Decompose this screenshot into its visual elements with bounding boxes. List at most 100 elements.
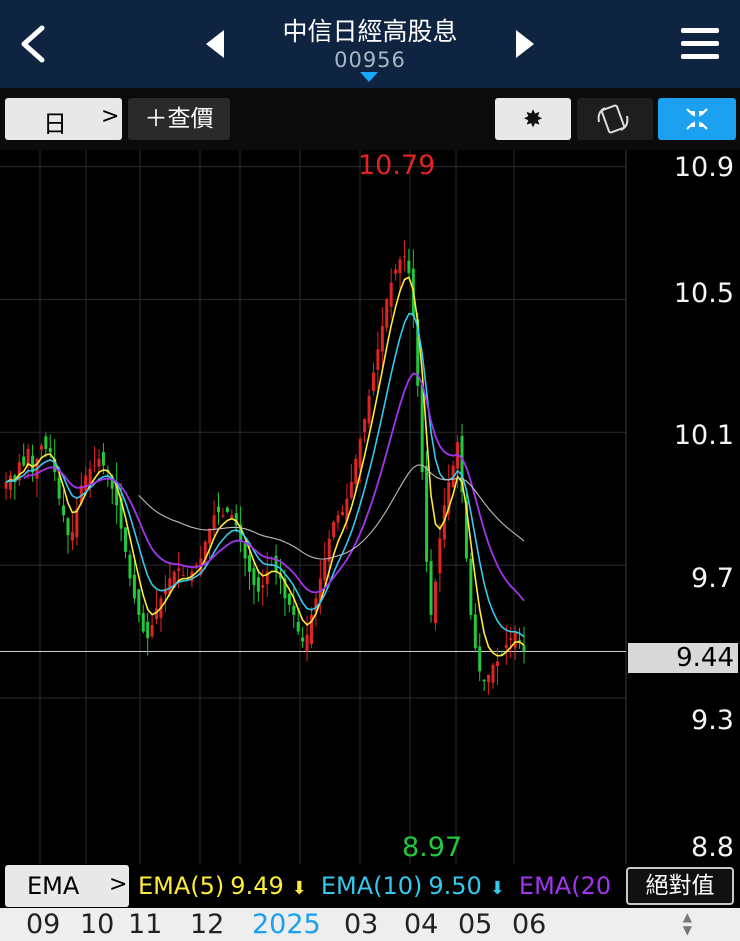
y-tick-label: 10.1: [673, 420, 734, 451]
candle-body: [504, 644, 508, 648]
scroll-arrows-icon[interactable]: ▲ ▼: [683, 911, 692, 937]
candle-body: [22, 456, 26, 466]
stock-title: 中信日經高股息: [282, 17, 458, 46]
period-selector-button[interactable]: 日 >: [5, 98, 122, 140]
back-arrow-icon[interactable]: [14, 22, 54, 66]
absolute-value-button[interactable]: 絕對值: [626, 867, 734, 905]
candle-body: [208, 528, 212, 544]
candle-body: [487, 674, 491, 683]
date-tick-label: 12: [190, 909, 225, 940]
period-label: 日: [43, 110, 67, 138]
candle-body: [340, 511, 344, 516]
candle-body: [371, 372, 375, 392]
candle-body: [287, 593, 291, 605]
candle-body: [62, 505, 66, 516]
hamburger-menu-icon[interactable]: [680, 24, 720, 64]
candle-body: [132, 574, 136, 599]
candle-body: [402, 256, 406, 258]
ema10-value: 9.50: [428, 872, 482, 900]
candle-body: [433, 581, 437, 624]
candle-body: [181, 575, 185, 577]
candle-body: [513, 631, 517, 648]
chart-grid: [0, 150, 627, 864]
add-quote-button[interactable]: ＋查價: [128, 98, 230, 140]
candle-body: [349, 482, 353, 498]
candle-body: [376, 349, 380, 370]
candle-body: [225, 507, 229, 512]
ema5-label: EMA(5): [138, 872, 225, 900]
candle-body: [66, 518, 70, 536]
candle-body: [4, 482, 8, 489]
candle-body: [425, 465, 429, 562]
candle-body: [389, 282, 393, 307]
candle-body: [261, 585, 265, 588]
candle-body: [141, 613, 145, 632]
candle-body: [84, 475, 88, 491]
candle-body: [398, 259, 402, 274]
indicator-bar: EMA > EMA(5) 9.49 ⬇ EMA(10) 9.50 ⬇ EMA(20 絕對值: [0, 864, 740, 908]
candle-body: [248, 555, 252, 572]
next-stock-icon[interactable]: [512, 28, 538, 60]
y-tick-label: 9.3: [691, 705, 734, 736]
date-axis: 09 10 11 12 2025 03 04 05 06 ▲ ▼: [0, 908, 740, 941]
ema5-line: [5, 276, 525, 657]
ema10-label: EMA(10): [320, 872, 423, 900]
date-tick-label: 09: [26, 909, 61, 940]
chevron-right-icon: >: [101, 104, 120, 129]
candle-body: [407, 260, 411, 273]
rotate-screen-icon: [597, 104, 629, 134]
indicator-legend: EMA(5) 9.49 ⬇ EMA(10) 9.50 ⬇ EMA(20: [138, 872, 624, 904]
y-tick-label: 8.8: [691, 832, 734, 863]
candles: [4, 240, 526, 695]
candle-body: [363, 418, 367, 432]
app-header: 中信日經高股息 00956: [0, 0, 740, 88]
down-arrow-icon: ⬇: [489, 878, 505, 899]
fullscreen-button[interactable]: [658, 98, 736, 140]
candle-body: [473, 614, 477, 649]
candle-body: [438, 538, 442, 574]
previous-stock-icon[interactable]: [202, 28, 228, 60]
candle-body: [70, 531, 74, 541]
chevron-right-icon: >: [109, 872, 128, 897]
candle-body: [243, 543, 247, 559]
indicator-selector-button[interactable]: EMA >: [5, 865, 129, 907]
candle-body: [332, 521, 336, 538]
date-tick-label: 11: [128, 909, 163, 940]
candle-body: [48, 447, 52, 453]
candle-body: [482, 679, 486, 682]
y-tick-label: 10.9: [673, 152, 734, 183]
candle-body: [177, 568, 181, 572]
price-chart[interactable]: 10.9 10.5 10.1 9.7 9.3 8.8: [0, 150, 740, 864]
candle-body: [478, 646, 482, 672]
candle-body: [292, 605, 296, 615]
down-arrow-icon: ⬇: [291, 878, 307, 899]
candle-body: [491, 664, 495, 683]
candle-body: [137, 589, 141, 615]
candle-body: [358, 438, 362, 469]
stock-code: 00956: [334, 48, 406, 72]
candle-body: [394, 269, 398, 274]
candle-body: [301, 637, 305, 642]
candle-body: [305, 634, 309, 652]
candle-body: [57, 477, 61, 499]
candle-body: [429, 561, 433, 615]
candle-body: [212, 515, 216, 530]
ema20-label: EMA(20: [518, 872, 612, 900]
candle-body: [88, 468, 92, 485]
caret-down-icon[interactable]: [360, 72, 378, 82]
candle-body: [93, 465, 97, 467]
candle-body: [522, 645, 526, 652]
candle-body: [296, 621, 300, 632]
chart-toolbar: 日 > ＋查價 ✸: [0, 88, 740, 150]
rotate-screen-button[interactable]: [577, 98, 653, 140]
high-price-label: 10.79: [358, 150, 436, 181]
gear-icon[interactable]: ✸: [495, 98, 571, 140]
candle-body: [274, 555, 278, 572]
current-price-tag: 9.44: [628, 643, 738, 673]
candlestick-chart[interactable]: [0, 150, 740, 864]
date-tick-label: 10: [80, 909, 115, 940]
date-tick-label: 04: [404, 909, 439, 940]
y-tick-label: 10.5: [673, 278, 734, 309]
candle-body: [336, 515, 340, 523]
fullscreen-icon: [686, 108, 708, 130]
